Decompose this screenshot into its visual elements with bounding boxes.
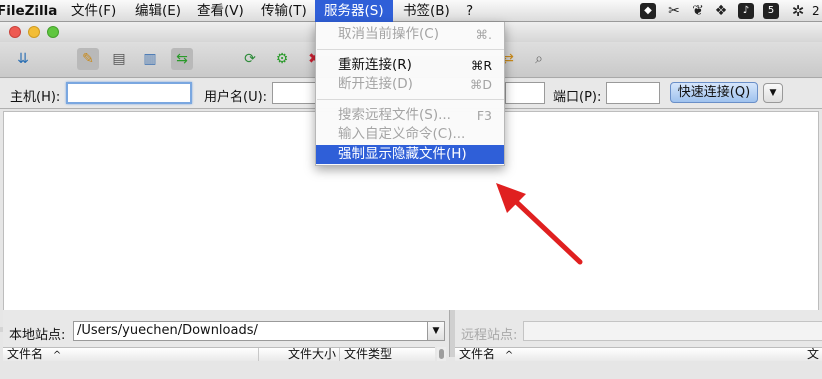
local-site-label: 本地站点:	[9, 328, 66, 343]
menu-item-search-remote: 搜索远程文件(S)... F3	[338, 107, 492, 123]
port-input[interactable]	[606, 82, 660, 104]
local-path-text: /Users/yuechen/Downloads/	[77, 323, 258, 338]
close-window-button[interactable]	[9, 26, 21, 38]
menu-item-reconnect[interactable]: 重新连接(R) ⌘R	[316, 56, 504, 75]
remote-pane: 远程站点: 文件名 ^ 文	[455, 310, 822, 361]
menu-transfer[interactable]: 传输(T)	[261, 0, 307, 22]
html5-icon[interactable]: 5	[763, 3, 779, 19]
refresh-icon[interactable]: ⟳	[239, 48, 261, 70]
sort-ascending-icon: ^	[52, 350, 62, 361]
sort-ascending-icon: ^	[504, 350, 514, 361]
evernote-icon[interactable]: ❦	[690, 3, 706, 19]
remote-column-header: 文件名 ^ 文	[455, 347, 822, 361]
remote-column-filesize[interactable]: 文	[807, 348, 822, 361]
scissors-icon[interactable]: ✂	[666, 3, 682, 19]
local-scrollbar[interactable]	[437, 347, 446, 361]
remote-path-combo[interactable]	[523, 321, 822, 341]
zoom-window-button[interactable]	[47, 26, 59, 38]
remote-tree-icon[interactable]: ▥	[139, 48, 161, 70]
server-dropdown-menu: 取消当前操作(C) ⌘. 重新连接(R) ⌘R 断开连接(D) ⌘D 搜索远程文件(S…	[315, 22, 505, 166]
local-column-header: 文件名 ^ 文件大小 文件类型	[3, 347, 435, 361]
username-label: 用户名(U):	[204, 90, 268, 105]
menu-bookmarks[interactable]: 书签(B)	[403, 0, 450, 22]
local-tree-icon[interactable]: ▤	[108, 48, 130, 70]
menu-bar: FileZilla 文件(F) 编辑(E) 查看(V) 传输(T) 服务器(S)…	[0, 0, 822, 22]
menu-separator	[317, 49, 504, 50]
host-label: 主机(H):	[10, 90, 61, 105]
menu-server[interactable]: 服务器(S)	[315, 0, 393, 22]
username-input[interactable]	[272, 82, 316, 104]
dropbox-icon[interactable]: ❖	[713, 3, 729, 19]
remote-site-label: 远程站点:	[461, 328, 518, 343]
minimize-window-button[interactable]	[28, 26, 40, 38]
local-path-combo[interactable]: /Users/yuechen/Downloads/ ▼	[73, 321, 445, 341]
chevron-down-icon[interactable]: ▼	[427, 322, 444, 340]
host-input[interactable]	[66, 82, 192, 104]
menu-edit[interactable]: 编辑(E)	[135, 0, 181, 22]
port-label: 端口(P):	[553, 90, 602, 105]
wolf-icon[interactable]: ◆	[640, 3, 656, 19]
column-filename[interactable]: 文件名 ^	[3, 348, 259, 361]
menu-item-show-hidden-files[interactable]: 强制显示隐藏文件(H)	[316, 145, 504, 164]
menu-item-disconnect: 断开连接(D) ⌘D	[338, 76, 492, 92]
column-filesize[interactable]: 文件大小	[259, 348, 340, 361]
quickconnect-history-button[interactable]: ▼	[763, 83, 783, 103]
remote-column-filename[interactable]: 文件名 ^	[455, 348, 805, 361]
quickconnect-button[interactable]: 快速连接(Q)	[670, 82, 758, 103]
local-pane: 本地站点: /Users/yuechen/Downloads/ ▼ 文件名 ^ …	[3, 310, 449, 361]
menu-view[interactable]: 查看(V)	[197, 0, 244, 22]
app-menu[interactable]: FileZilla	[0, 0, 57, 22]
search-icon[interactable]: ⌕	[528, 48, 550, 70]
menu-separator	[317, 99, 504, 100]
transfer-queue-icon[interactable]: ⇆	[171, 48, 193, 70]
menu-item-custom-command: 输入自定义命令(C)...	[338, 126, 466, 142]
process-queue-icon[interactable]: ⚙	[271, 48, 293, 70]
password-input[interactable]	[505, 82, 545, 104]
sound-icon[interactable]: ♪	[738, 3, 754, 19]
bug-icon[interactable]	[795, 3, 811, 19]
site-manager-icon[interactable]: ⇊	[12, 48, 34, 70]
message-log-icon[interactable]: ✎	[77, 48, 99, 70]
menu-file[interactable]: 文件(F)	[71, 0, 116, 22]
status-badge: 2	[812, 4, 820, 18]
menu-help[interactable]: ?	[466, 0, 473, 22]
menu-item-cancel-operation: 取消当前操作(C) ⌘.	[338, 26, 492, 42]
column-filetype[interactable]: 文件类型	[340, 348, 435, 361]
